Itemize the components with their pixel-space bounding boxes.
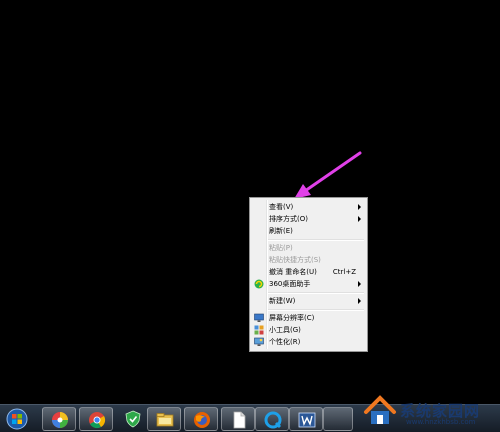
- menu-item-undo-rename[interactable]: 撤消 重命名(U) Ctrl+Z: [252, 266, 365, 278]
- submenu-arrow-icon: [358, 204, 361, 210]
- taskbar-app-firefox[interactable]: [184, 407, 218, 431]
- taskbar-app-qq-browser[interactable]: [255, 407, 289, 431]
- menu-item-label: 360桌面助手: [269, 280, 311, 288]
- personalize-icon: [254, 337, 264, 346]
- gadgets-icon: [254, 325, 264, 335]
- menu-item-new[interactable]: 新建(W): [252, 295, 365, 307]
- menu-item-label: 撤消 重命名(U): [269, 268, 317, 276]
- firefox-icon: [194, 412, 210, 428]
- menu-separator: [268, 239, 364, 241]
- submenu-arrow-icon: [358, 216, 361, 222]
- taskbar-app-word[interactable]: [289, 407, 323, 431]
- menu-item-view[interactable]: 查看(V): [252, 201, 365, 213]
- chrome-icon: [89, 412, 106, 429]
- taskbar-app-file-explorer[interactable]: [147, 407, 181, 431]
- menu-separator: [268, 309, 364, 311]
- menu-item-shortcut: Ctrl+Z: [332, 268, 356, 276]
- menu-item-label: 粘贴(P): [269, 244, 293, 252]
- menu-item-360-desktop-assistant[interactable]: 360桌面助手: [252, 278, 365, 290]
- menu-item-label: 新建(W): [269, 297, 296, 305]
- taskbar-app-security[interactable]: [116, 407, 150, 431]
- taskbar-app-document[interactable]: [221, 407, 255, 431]
- menu-item-screen-resolution[interactable]: 屏幕分辨率(C): [252, 312, 365, 324]
- start-orb-icon: [6, 408, 28, 430]
- menu-item-sort-by[interactable]: 排序方式(O): [252, 213, 365, 225]
- watermark: 系统家园网 www.hnzkhbsb.com: [362, 384, 500, 432]
- blank-document-icon: [233, 411, 246, 429]
- menu-separator: [268, 292, 364, 294]
- menu-item-label: 查看(V): [269, 203, 294, 211]
- submenu-arrow-icon: [358, 281, 361, 287]
- color-wheel-icon: [52, 412, 68, 428]
- house-logo-icon: [364, 395, 396, 424]
- menu-item-personalize[interactable]: 个性化(R): [252, 336, 365, 348]
- submenu-arrow-icon: [358, 298, 361, 304]
- menu-item-label: 粘贴快捷方式(S): [269, 256, 321, 264]
- taskbar-app-color-wheel[interactable]: [42, 407, 76, 431]
- security-shield-icon: [125, 410, 141, 428]
- qq-browser-icon: [264, 411, 282, 429]
- 360-assistant-icon: [254, 279, 264, 289]
- screen-resolution-icon: [254, 313, 264, 322]
- menu-item-label: 屏幕分辨率(C): [269, 314, 315, 322]
- menu-item-refresh[interactable]: 刷新(E): [252, 225, 365, 237]
- watermark-url: www.hnzkhbsb.com: [406, 418, 476, 426]
- taskbar-app-extra[interactable]: [323, 407, 353, 431]
- start-button[interactable]: [0, 407, 34, 431]
- desktop-context-menu: 查看(V) 排序方式(O) 刷新(E) 粘贴(P) 粘贴快捷方式(S) 撤消 重…: [249, 197, 368, 352]
- menu-item-paste-shortcut: 粘贴快捷方式(S): [252, 254, 365, 266]
- menu-item-label: 排序方式(O): [269, 215, 308, 223]
- menu-item-paste: 粘贴(P): [252, 242, 365, 254]
- word-icon: [298, 412, 316, 428]
- menu-item-gadgets[interactable]: 小工具(G): [252, 324, 365, 336]
- taskbar-app-chrome[interactable]: [79, 407, 113, 431]
- menu-item-label: 小工具(G): [269, 326, 301, 334]
- menu-item-label: 刷新(E): [269, 227, 293, 235]
- menu-item-label: 个性化(R): [269, 338, 301, 346]
- file-explorer-icon: [156, 413, 174, 427]
